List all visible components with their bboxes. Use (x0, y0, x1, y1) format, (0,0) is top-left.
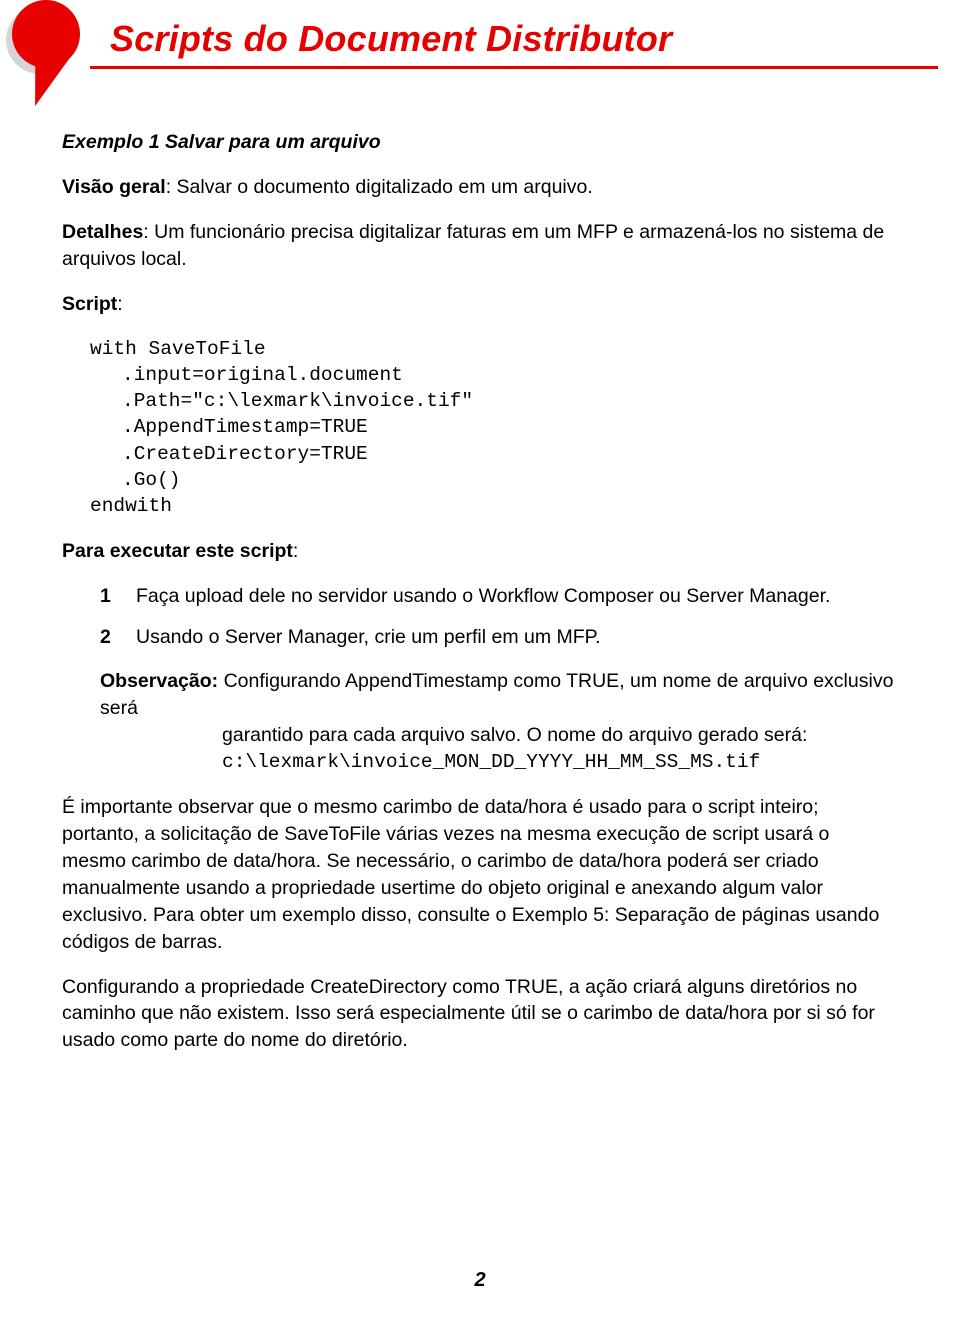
code-l3: .Path="c:\lexmark\invoice.tif" (90, 388, 898, 414)
script-label-line: Script: (62, 291, 898, 318)
overview-label: Visão geral (62, 176, 166, 198)
paragraph-2: Configurando a propriedade CreateDirecto… (62, 974, 898, 1055)
step-text: Faça upload dele no servidor usando o Wo… (136, 583, 830, 610)
step-number: 1 (100, 583, 136, 610)
step-number: 2 (100, 624, 136, 651)
note-label: Observação: (100, 670, 218, 692)
note-line2: garantido para cada arquivo salvo. O nom… (100, 722, 898, 749)
page-title: Scripts do Document Distributor (110, 18, 960, 60)
example-heading: Exemplo 1 Salvar para um arquivo (62, 129, 898, 156)
code-l7: endwith (90, 495, 172, 517)
details-label: Detalhes (62, 221, 143, 243)
speech-bubble-icon (0, 0, 95, 110)
code-l2: .input=original.document (90, 362, 898, 388)
details-line: Detalhes: Um funcionário precisa digital… (62, 219, 898, 273)
step-text: Usando o Server Manager, crie um perfil … (136, 624, 601, 651)
run-label-line: Para executar este script: (62, 538, 898, 565)
script-colon: : (117, 293, 122, 315)
overview-text: : Salvar o documento digitalizado em um … (166, 176, 593, 198)
paragraph-1: É importante observar que o mesmo carimb… (62, 794, 898, 955)
code-l4: .AppendTimestamp=TRUE (90, 414, 898, 440)
steps-list: 1 Faça upload dele no servidor usando o … (100, 583, 898, 651)
overview-line: Visão geral: Salvar o documento digitali… (62, 174, 898, 201)
note-line1: Configurando AppendTimestamp como TRUE, … (100, 670, 893, 719)
run-colon: : (293, 540, 298, 562)
bubble-circle (12, 0, 80, 68)
note-block: Observação: Configurando AppendTimestamp… (100, 668, 898, 776)
header: Scripts do Document Distributor (0, 0, 960, 69)
code-l6: .Go() (90, 467, 898, 493)
details-text: : Um funcionário precisa digitalizar fat… (62, 221, 884, 270)
content: Exemplo 1 Salvar para um arquivo Visão g… (0, 69, 960, 1054)
list-item: 1 Faça upload dele no servidor usando o … (100, 583, 898, 610)
code-l1: with SaveToFile (90, 338, 266, 360)
code-l5: .CreateDirectory=TRUE (90, 441, 898, 467)
run-label: Para executar este script (62, 540, 293, 562)
note-code: c:\lexmark\invoice_MON_DD_YYYY_HH_MM_SS_… (100, 749, 898, 776)
script-label: Script (62, 293, 117, 315)
list-item: 2 Usando o Server Manager, crie um perfi… (100, 624, 898, 651)
header-underline (90, 66, 938, 69)
code-block: with SaveToFile .input=original.document… (62, 336, 898, 520)
page-number: 2 (0, 1269, 960, 1292)
